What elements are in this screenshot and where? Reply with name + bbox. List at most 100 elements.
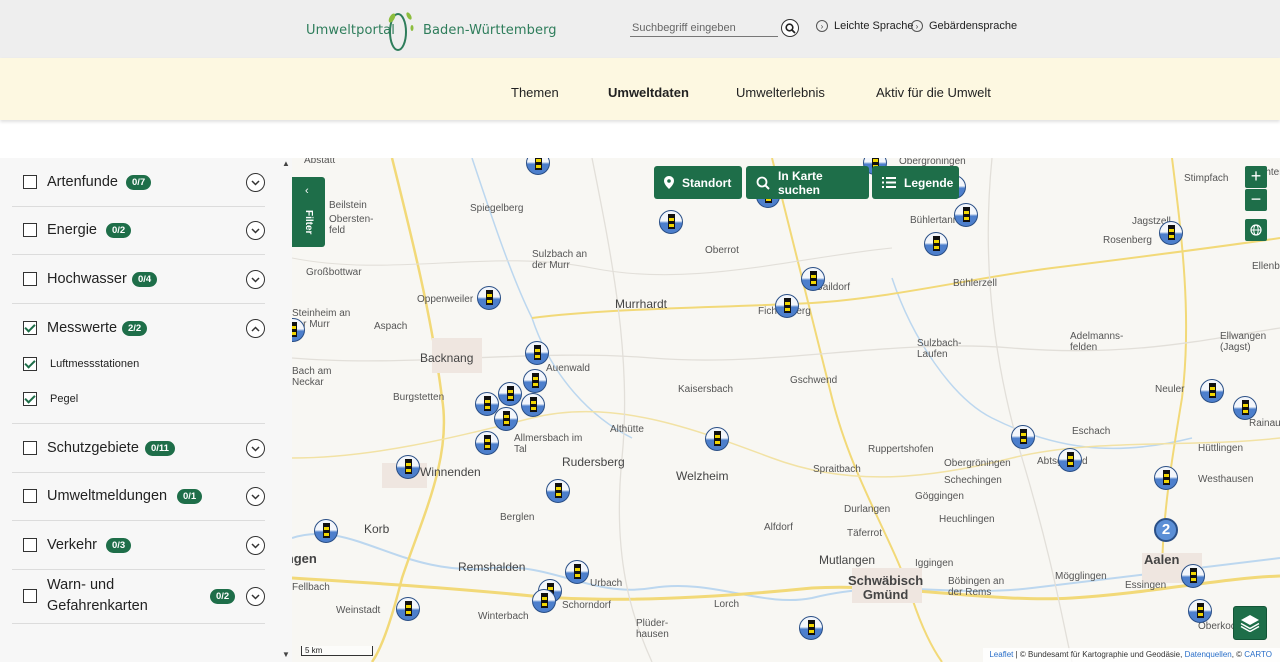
scroll-up-icon[interactable]: ▲ <box>282 159 290 168</box>
datenquellen-link[interactable]: Datenquellen <box>1185 650 1232 659</box>
nav-item-umwelterlebnis[interactable]: Umwelterlebnis <box>736 85 825 100</box>
chevron-up-icon <box>251 325 260 332</box>
expand-button[interactable] <box>246 587 265 606</box>
expand-button[interactable] <box>246 536 265 555</box>
expand-button[interactable] <box>246 270 265 289</box>
nav-item-aktiv[interactable]: Aktiv für die Umwelt <box>876 85 991 100</box>
place-label: Ruppertshofen <box>868 444 934 455</box>
pegel-station-marker[interactable] <box>532 589 556 613</box>
pegel-station-marker[interactable] <box>659 210 683 234</box>
attribution-text: | © Bundesamt für Kartographie und Geodä… <box>1013 650 1185 659</box>
pegel-station-marker[interactable] <box>954 203 978 227</box>
pegel-station-marker[interactable] <box>475 431 499 455</box>
search-input[interactable] <box>630 19 778 37</box>
place-label: Heuchlingen <box>939 514 995 525</box>
place-label: Großbottwar <box>306 267 362 278</box>
pegel-station-marker[interactable] <box>494 407 518 431</box>
search-button[interactable] <box>781 19 799 37</box>
pegel-station-marker[interactable] <box>1233 396 1257 420</box>
gebaerdensprache-link[interactable]: › Gebärdensprache <box>911 20 1017 32</box>
collapse-button[interactable] <box>246 319 265 338</box>
place-label: Essingen <box>1125 580 1167 591</box>
nav-item-umweltdaten[interactable]: Umweltdaten <box>608 85 689 100</box>
layer-row-verkehr: Verkehr 0/3 <box>12 521 265 570</box>
pegel-station-marker[interactable] <box>565 560 589 584</box>
place-label: Aalen <box>1144 552 1180 567</box>
pegel-station-marker[interactable] <box>1154 466 1178 490</box>
standort-button[interactable]: Standort <box>654 166 742 199</box>
pegel-station-marker[interactable] <box>498 382 522 406</box>
portal-logo[interactable]: Umweltportal Baden-Württemberg <box>306 8 557 52</box>
chevron-left-icon: ‹ <box>305 185 309 197</box>
pegel-station-marker[interactable] <box>1200 379 1224 403</box>
zoom-out-button[interactable]: − <box>1245 189 1267 211</box>
place-label: Waiblingen <box>292 551 317 566</box>
expand-button[interactable] <box>246 487 265 506</box>
carto-link[interactable]: CARTO <box>1244 650 1272 659</box>
layer-checkbox-verkehr[interactable] <box>23 538 37 552</box>
pegel-station-marker[interactable] <box>1159 221 1183 245</box>
layer-checkbox-messwerte[interactable] <box>23 321 37 335</box>
expand-button[interactable] <box>246 221 265 240</box>
sublayer-checkbox-luftmessstationen[interactable] <box>23 357 37 371</box>
layer-checkbox-hochwasser[interactable] <box>23 272 37 286</box>
scroll-down-icon[interactable]: ▼ <box>282 650 290 659</box>
pegel-station-marker[interactable] <box>314 519 338 543</box>
pegel-station-marker[interactable] <box>546 479 570 503</box>
place-label: Urbach <box>590 578 623 589</box>
place-label: Korb <box>364 522 390 536</box>
pegel-station-marker[interactable] <box>1058 448 1082 472</box>
globe-icon <box>1250 224 1262 236</box>
layer-checkbox-artenfunde[interactable] <box>23 175 37 189</box>
search-icon <box>784 22 796 34</box>
place-label: Obergröningen <box>944 458 1011 469</box>
chevron-down-icon <box>251 542 260 549</box>
place-label: Obersten- feld <box>329 214 374 236</box>
pegel-station-marker[interactable] <box>799 616 823 640</box>
marker-cluster[interactable]: 2 <box>1154 518 1178 542</box>
pegel-station-marker[interactable] <box>924 232 948 256</box>
expand-button[interactable] <box>246 173 265 192</box>
layer-checkbox-warnkarten[interactable] <box>23 589 37 603</box>
globe-button[interactable] <box>1245 219 1267 241</box>
pegel-station-marker[interactable] <box>705 427 729 451</box>
chevron-down-icon <box>251 593 260 600</box>
place-label: Durlangen <box>844 504 891 515</box>
chevron-down-icon <box>251 445 260 452</box>
map-search-button[interactable]: In Karte suchen <box>746 166 869 199</box>
layer-row-warn-gefahrenkarten: Warn- und Gefahrenkarten 0/2 <box>12 570 265 624</box>
pegel-station-marker[interactable] <box>1188 599 1212 623</box>
leaflet-link[interactable]: Leaflet <box>989 650 1013 659</box>
zoom-in-button[interactable]: + <box>1245 166 1267 188</box>
expand-button[interactable] <box>246 439 265 458</box>
pegel-station-marker[interactable] <box>523 369 547 393</box>
map-view[interactable]: Abstatt Beilstein Obersten- feld Spiegel… <box>292 158 1280 662</box>
place-label: Abstatt <box>304 158 336 166</box>
map-search-label: In Karte suchen <box>778 168 823 197</box>
nav-item-themen[interactable]: Themen <box>511 85 559 100</box>
pegel-station-marker[interactable] <box>525 341 549 365</box>
layer-checkbox-schutzgebiete[interactable] <box>23 441 37 455</box>
pegel-station-marker[interactable] <box>801 267 825 291</box>
filter-toggle-tab[interactable]: ‹ Filter <box>292 177 325 247</box>
place-label: Adelmanns- felden <box>1070 331 1124 353</box>
sublayer-checkbox-pegel[interactable] <box>23 392 37 406</box>
layer-checkbox-energie[interactable] <box>23 223 37 237</box>
pegel-station-marker[interactable] <box>396 597 420 621</box>
sublayer-label: Pegel <box>50 393 79 405</box>
pegel-station-marker[interactable] <box>396 455 420 479</box>
pegel-station-marker[interactable] <box>521 393 545 417</box>
place-label: Sulzbach- Laufen <box>917 338 962 360</box>
place-label: Hüttlingen <box>1198 443 1244 454</box>
legend-button[interactable]: Legende <box>872 166 959 199</box>
leichte-sprache-link[interactable]: › Leichte Sprache <box>816 20 914 32</box>
pegel-station-marker[interactable] <box>477 286 501 310</box>
layer-switcher-button[interactable] <box>1233 606 1267 640</box>
layer-checkbox-umweltmeldungen[interactable] <box>23 489 37 503</box>
pegel-station-marker[interactable] <box>1011 425 1035 449</box>
pegel-station-marker[interactable] <box>1181 564 1205 588</box>
place-label: Althütte <box>610 424 644 435</box>
pegel-station-marker[interactable] <box>775 294 799 318</box>
place-label: Welzheim <box>676 469 729 483</box>
place-label: Spraitbach <box>813 464 861 475</box>
